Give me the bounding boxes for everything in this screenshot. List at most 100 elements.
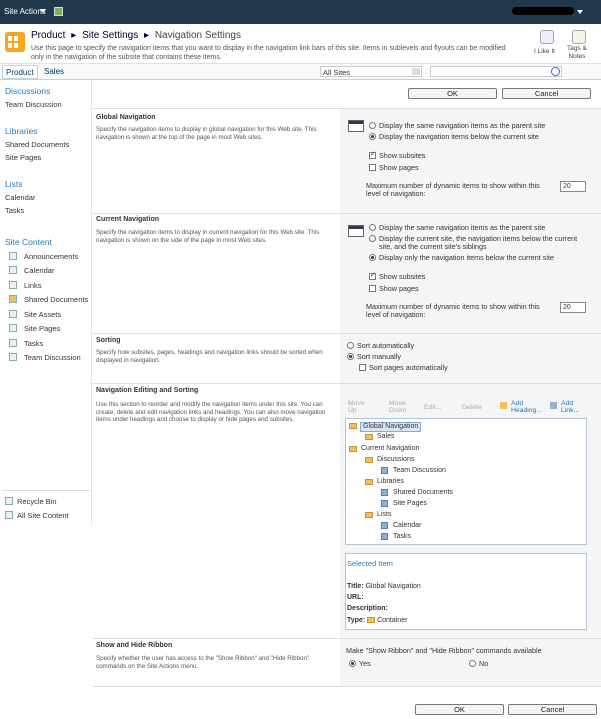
sort-pages-automatically-checkbox[interactable] — [359, 364, 366, 371]
current-same-as-parent-radio[interactable] — [369, 224, 376, 231]
tree-node-discussions[interactable]: Discussions — [377, 456, 414, 464]
tree-node-site-pages[interactable]: Site Pages — [393, 500, 427, 508]
max-items-label: Maximum number of dynamic items to show … — [366, 181, 540, 198]
radio-label: No — [479, 659, 489, 668]
sort-automatically-radio[interactable] — [347, 342, 354, 349]
top-bar: Site Actions — [0, 0, 601, 24]
checkbox-label: Show pages — [379, 163, 419, 172]
radio-label: Display the current site, the navigation… — [379, 234, 578, 251]
chevron-down-icon[interactable] — [40, 9, 46, 13]
global-show-pages-checkbox[interactable] — [369, 164, 376, 171]
content-item[interactable]: Team Discussion — [24, 353, 81, 362]
search-scope-select[interactable]: All Sites — [320, 66, 422, 77]
cancel-button[interactable]: Cancel — [502, 88, 591, 99]
links-icon — [9, 281, 17, 289]
breadcrumb-site[interactable]: Product — [31, 30, 65, 41]
ok-button[interactable]: OK — [408, 88, 497, 99]
content-item[interactable]: Tasks — [24, 339, 43, 348]
delete-button[interactable]: Delete — [462, 404, 482, 411]
search-icon[interactable] — [551, 67, 560, 76]
tags-notes-icon[interactable] — [572, 30, 586, 44]
nav-heading-libraries[interactable]: Libraries — [5, 126, 38, 136]
section-title: Navigation Editing and Sorting — [96, 387, 199, 394]
nav-item-shared-documents[interactable]: Shared Documents — [5, 140, 69, 149]
tree-node-tasks[interactable]: Tasks — [393, 533, 411, 541]
current-navigation-icon — [348, 225, 364, 237]
selected-item-heading: Selected Item — [347, 559, 393, 568]
current-max-items-input[interactable]: 20 — [560, 302, 586, 313]
content-item[interactable]: Links — [24, 281, 42, 290]
description-label: Description: — [347, 605, 388, 612]
like-button[interactable]: I Like It — [534, 48, 555, 55]
section-title: Show and Hide Ribbon — [96, 642, 173, 649]
global-same-as-parent-radio[interactable] — [369, 122, 376, 129]
nav-heading-site-content[interactable]: Site Content — [5, 237, 52, 247]
content-item[interactable]: Site Assets — [24, 310, 61, 319]
cancel-button[interactable]: Cancel — [508, 704, 597, 715]
tree-node-libraries[interactable]: Libraries — [377, 478, 404, 486]
radio-label: Display the navigation items below the c… — [379, 132, 539, 141]
edit-button[interactable]: Edit... — [424, 404, 441, 411]
ribbon-yes-radio[interactable] — [349, 660, 356, 667]
section-description: Specify how subsites, pages, headings an… — [96, 349, 323, 364]
nav-item-team-discussion[interactable]: Team Discussion — [5, 100, 62, 109]
breadcrumb: Product ▸ Site Settings ▸ Navigation Set… — [31, 30, 244, 41]
folder-icon — [365, 457, 373, 463]
type-label: Type: — [347, 617, 366, 624]
current-siblings-radio[interactable] — [369, 235, 376, 242]
breadcrumb-separator: ▸ — [71, 30, 77, 41]
global-show-subsites-checkbox[interactable] — [369, 150, 376, 159]
global-navigation-icon — [348, 120, 364, 132]
chevron-down-icon — [412, 68, 420, 75]
add-link-icon — [550, 402, 557, 409]
tree-node-current-navigation[interactable]: Current Navigation — [361, 445, 419, 453]
sort-manually-radio[interactable] — [347, 353, 354, 360]
ok-button[interactable]: OK — [415, 704, 504, 715]
tree-node-lists[interactable]: Lists — [377, 511, 391, 519]
global-max-items-input[interactable]: 20 — [560, 181, 586, 192]
current-show-pages-checkbox[interactable] — [369, 285, 376, 292]
tab-sales[interactable]: Sales — [44, 67, 64, 76]
recycle-bin-icon — [5, 497, 13, 505]
section-description: Specify the navigation items to display … — [96, 126, 317, 141]
all-site-content-link[interactable]: All Site Content — [17, 511, 69, 520]
folder-icon — [365, 479, 373, 485]
nav-item-tasks[interactable]: Tasks — [5, 206, 24, 215]
calendar-icon — [9, 266, 17, 274]
ribbon-no-radio[interactable] — [469, 660, 476, 667]
user-chevron-down-icon[interactable] — [577, 10, 583, 14]
breadcrumb-separator: ▸ — [144, 30, 150, 41]
url-label: URL: — [347, 594, 364, 601]
nav-heading-discussions[interactable]: Discussions — [5, 86, 50, 96]
breadcrumb-settings[interactable]: Site Settings — [82, 30, 138, 41]
content-item[interactable]: Shared Documents — [24, 295, 88, 304]
current-only-below-radio[interactable] — [369, 254, 376, 261]
nav-heading-lists[interactable]: Lists — [5, 179, 22, 189]
global-below-current-radio[interactable] — [369, 133, 376, 140]
content-item[interactable]: Site Pages — [24, 324, 60, 333]
content-item[interactable]: Announcements — [24, 252, 78, 261]
user-menu[interactable] — [512, 7, 574, 15]
search-input[interactable] — [430, 66, 562, 77]
title-value: Global Navigation — [365, 583, 421, 590]
move-down-button[interactable]: Move Down — [389, 400, 415, 414]
move-up-button[interactable]: Move Up — [348, 400, 374, 414]
navigate-up-icon[interactable] — [54, 7, 63, 16]
tree-node-global-navigation[interactable]: Global Navigation — [360, 422, 422, 432]
tab-product[interactable]: Product — [2, 65, 38, 79]
add-heading-button[interactable]: Add Heading... — [511, 400, 547, 414]
like-icon[interactable] — [540, 30, 554, 44]
nav-item-site-pages[interactable]: Site Pages — [5, 153, 41, 162]
tree-node-team-discussion[interactable]: Team Discussion — [393, 467, 446, 475]
add-link-button[interactable]: Add Link... — [561, 400, 587, 414]
content-item[interactable]: Calendar — [24, 266, 54, 275]
recycle-bin-link[interactable]: Recycle Bin — [17, 497, 57, 506]
divider — [2, 490, 90, 491]
tags-notes-button[interactable]: Tags & Notes — [567, 45, 587, 61]
tree-node-shared-documents[interactable]: Shared Documents — [393, 489, 453, 497]
tree-node-calendar[interactable]: Calendar — [393, 522, 421, 530]
radio-label: Display only the navigation items below … — [379, 253, 554, 262]
tree-node-sales[interactable]: Sales — [377, 433, 395, 441]
current-show-subsites-checkbox[interactable] — [369, 271, 376, 280]
nav-item-calendar[interactable]: Calendar — [5, 193, 35, 202]
